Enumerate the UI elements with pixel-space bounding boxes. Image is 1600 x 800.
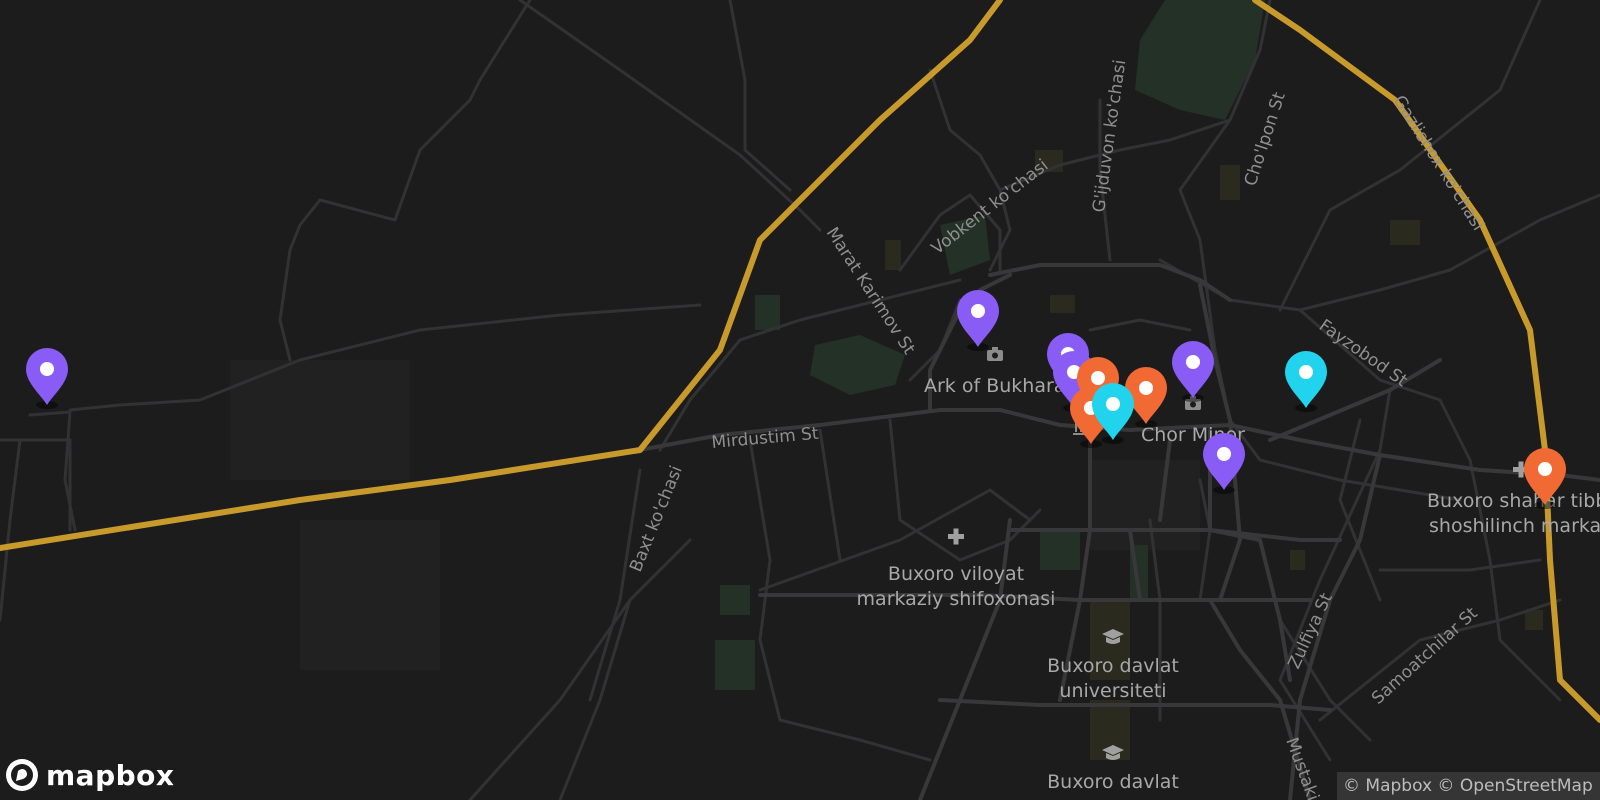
map-marker-purple[interactable] xyxy=(24,347,70,409)
park-area xyxy=(1135,0,1265,120)
poi-label-emergency-hospital-line2: shoshilinch marka xyxy=(1429,515,1600,537)
poi-label-hospital: Buxoro viloyat xyxy=(888,563,1024,585)
mapbox-logo-text: mapbox xyxy=(46,758,175,792)
street-label-gazlishox: Gazlishox ko'chasi xyxy=(1389,92,1488,234)
poi-label-hospital-line2: markaziy shifoxonasi xyxy=(857,588,1056,610)
map-marker-purple[interactable] xyxy=(1170,340,1216,402)
street-label-baxt: Baxt ko'chasi xyxy=(626,463,687,575)
mapbox-logo[interactable]: mapbox xyxy=(4,755,174,795)
hospital-cross-icon xyxy=(948,528,964,545)
street-label-mustaqillik: Mustaki xyxy=(1281,735,1322,800)
street-label-mirdustim: Mirdustim St xyxy=(711,424,820,453)
street-label-marat-karimov: Marat Karimov St xyxy=(822,224,919,359)
street-label-samoatchilar: Samoatchilar St xyxy=(1368,603,1482,708)
map-basemap: Mirdustim St Marat Karimov St Vobkent ko… xyxy=(0,0,1600,800)
map-canvas[interactable]: Mirdustim St Marat Karimov St Vobkent ko… xyxy=(0,0,1600,800)
poi-label-university: Buxoro davlat xyxy=(1047,655,1179,677)
map-marker-orange[interactable] xyxy=(1522,447,1568,509)
mapbox-logo-icon xyxy=(6,759,38,791)
map-marker-cyan[interactable] xyxy=(1090,382,1136,444)
poi-label-university-2: Buxoro davlat xyxy=(1047,771,1179,793)
map-marker-cyan[interactable] xyxy=(1283,350,1329,412)
map-marker-purple[interactable] xyxy=(1201,432,1247,494)
street-label-fayzobod: Fayzobod St xyxy=(1315,316,1411,392)
park-area xyxy=(810,335,905,395)
street-label-cholpon: Cho'lpon St xyxy=(1241,90,1290,189)
street-label-gijduvon: G'ijduvon ko'chasi xyxy=(1089,58,1130,213)
map-attribution[interactable]: © Mapbox © OpenStreetMap xyxy=(1337,772,1600,800)
poi-label-emergency-hospital: Buxoro shahar tibb xyxy=(1427,490,1600,512)
poi-label-university-line2: universiteti xyxy=(1059,680,1166,702)
map-marker-purple[interactable] xyxy=(955,289,1001,351)
